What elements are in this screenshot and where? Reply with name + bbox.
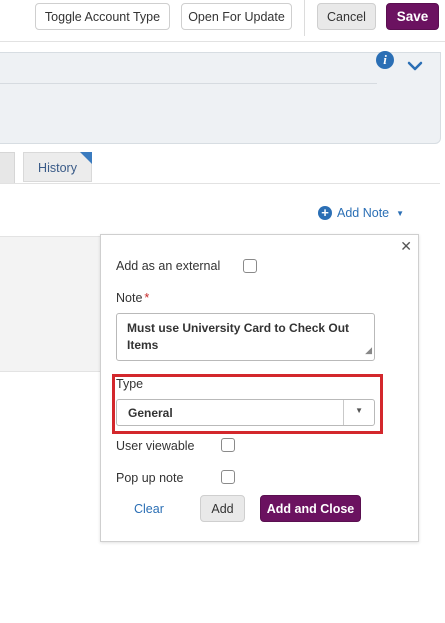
add-and-close-button[interactable]: Add and Close	[260, 495, 361, 522]
select-divider	[343, 400, 344, 425]
type-select-value: General	[128, 406, 173, 420]
required-mark: *	[144, 291, 150, 305]
type-select[interactable]: General ▼	[116, 399, 375, 426]
tab-history-label: History	[38, 161, 77, 175]
popup-note-label: Pop up note	[116, 471, 184, 485]
tab-corner-marker	[80, 152, 92, 164]
toolbar-bottom-border	[0, 41, 445, 42]
cancel-button[interactable]: Cancel	[317, 3, 376, 30]
user-viewable-label: User viewable	[116, 439, 195, 453]
add-button[interactable]: Add	[200, 495, 245, 522]
summary-divider	[0, 83, 377, 84]
chevron-down-icon[interactable]	[407, 60, 423, 72]
external-label: Add as an external	[116, 259, 221, 273]
note-text-line-2: Items	[127, 338, 159, 352]
toggle-account-type-button[interactable]: Toggle Account Type	[35, 3, 170, 30]
resize-handle-icon[interactable]: ◢	[365, 342, 372, 359]
toolbar-divider	[304, 0, 305, 36]
user-viewable-checkbox[interactable]	[221, 438, 235, 452]
plus-circle-icon: +	[318, 206, 332, 220]
external-checkbox[interactable]	[243, 259, 257, 273]
note-textarea[interactable]: Must use University Card to Check Out It…	[116, 313, 375, 361]
note-label-text: Note	[116, 291, 143, 305]
summary-panel	[0, 52, 441, 144]
close-icon[interactable]: ✕	[400, 238, 412, 255]
add-note-popover: ✕ Add as an external Note * Must use Univ…	[100, 234, 419, 542]
notes-list-area	[0, 236, 104, 372]
save-button[interactable]: Save	[386, 3, 439, 30]
caret-down-icon[interactable]: ▼	[355, 406, 363, 415]
note-text-line-1: Must use University Card to Check Out	[127, 321, 350, 335]
info-icon[interactable]: i	[376, 51, 394, 69]
tab-history[interactable]: History	[23, 152, 92, 182]
type-label: Type	[116, 377, 144, 391]
popup-note-checkbox[interactable]	[221, 470, 235, 484]
add-note-label: Add Note	[337, 206, 390, 220]
add-note-button[interactable]: + Add Note ▼	[318, 206, 404, 220]
clear-link[interactable]: Clear	[134, 502, 164, 516]
tab-previous[interactable]	[0, 152, 15, 184]
caret-down-icon: ▼	[396, 208, 405, 218]
tabs-bottom-border	[0, 183, 440, 184]
note-label: Note *	[116, 291, 149, 305]
open-for-update-button[interactable]: Open For Update	[181, 3, 292, 30]
